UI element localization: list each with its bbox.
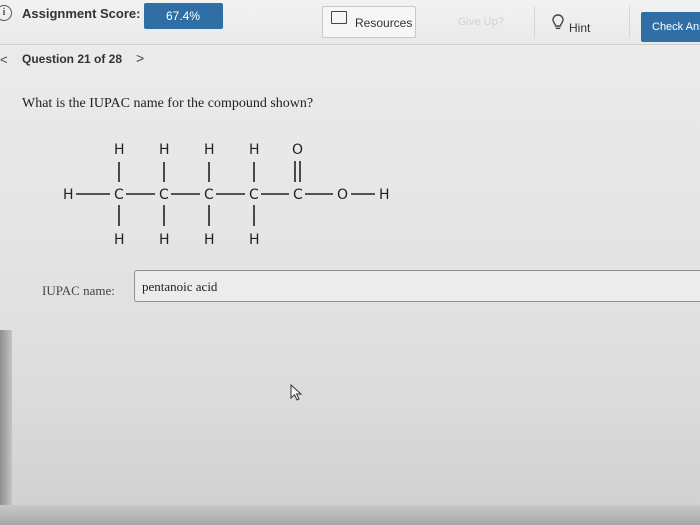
atom-c-5: C bbox=[293, 187, 303, 203]
top-toolbar: i Assignment Score: 67.4% Resources Give… bbox=[0, 0, 700, 45]
next-question-chevron[interactable]: > bbox=[136, 50, 144, 66]
left-edge-shadow bbox=[0, 330, 12, 525]
book-icon bbox=[331, 11, 347, 24]
atom-h-right: H bbox=[379, 187, 390, 203]
atom-o-carbonyl: O bbox=[292, 142, 303, 158]
atom-c-1: C bbox=[114, 187, 124, 203]
iupac-name-label: IUPAC name: bbox=[42, 283, 115, 298]
atom-h-bottom-2: H bbox=[159, 232, 170, 248]
atom-h-bottom-4: H bbox=[249, 232, 260, 248]
previous-question-chevron[interactable]: < bbox=[0, 52, 8, 67]
iupac-name-input[interactable]: pentanoic acid bbox=[134, 270, 700, 302]
atom-c-3: C bbox=[204, 187, 214, 203]
atom-h-top-4: H bbox=[249, 142, 260, 158]
resources-label: Resources bbox=[355, 16, 413, 30]
mouse-cursor-icon bbox=[290, 384, 303, 401]
atom-h-top-1: H bbox=[114, 142, 125, 158]
atom-c-2: C bbox=[159, 187, 169, 203]
score-badge: 67.4% bbox=[144, 3, 223, 29]
check-answer-button[interactable]: Check Ans bbox=[641, 12, 700, 42]
question-counter: Question 21 of 28 bbox=[22, 52, 123, 66]
atom-h-bottom-1: H bbox=[114, 232, 125, 248]
resources-button[interactable]: Resources bbox=[322, 6, 416, 38]
atom-c-4: C bbox=[249, 187, 259, 203]
structural-formula: H H H H O H C C C C C O H H H H H bbox=[60, 130, 420, 260]
lightbulb-icon bbox=[552, 14, 564, 30]
atom-h-top-2: H bbox=[159, 142, 170, 158]
atom-h-bottom-3: H bbox=[204, 232, 215, 248]
hint-label: Hint bbox=[569, 21, 591, 35]
bottom-edge bbox=[0, 505, 700, 525]
atom-h-top-3: H bbox=[204, 142, 215, 158]
atom-h-left: H bbox=[63, 187, 74, 203]
atom-o-hydroxyl: O bbox=[337, 187, 348, 203]
assignment-score-label: Assignment Score: bbox=[22, 6, 141, 21]
structural-formula-drawing: H H H H O H C C C C C O H H H H H bbox=[63, 142, 390, 248]
info-icon[interactable]: i bbox=[0, 5, 12, 21]
hint-button[interactable]: Hint bbox=[534, 6, 630, 38]
question-text: What is the IUPAC name for the compound … bbox=[22, 96, 314, 111]
give-up-button[interactable]: Give Up? bbox=[430, 6, 522, 38]
